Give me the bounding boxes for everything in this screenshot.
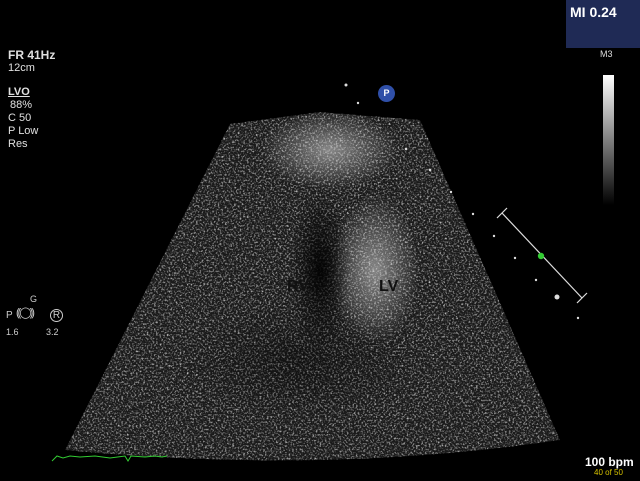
frequency: P Low xyxy=(8,125,39,137)
imaging-mode: LVO xyxy=(8,86,30,98)
grayscale-map-label: M3 xyxy=(600,49,613,59)
gain: 88% xyxy=(10,99,33,111)
probe-g-label: G xyxy=(30,294,38,304)
compression: C 50 xyxy=(8,112,32,124)
probe-icon: ((◯)) xyxy=(16,307,35,319)
resolution: Res xyxy=(8,138,28,150)
probe-orientation-marker: P xyxy=(378,85,395,102)
rv-label: RV xyxy=(287,278,309,295)
ecg-trace xyxy=(51,455,168,462)
frame-counter: 40 of 50 xyxy=(594,468,623,477)
focus-caliper xyxy=(496,207,588,304)
probe-right-value: 3.2 xyxy=(46,327,59,337)
frame-rate: FR 41Hz xyxy=(8,48,56,62)
heart-rate: 100 bpm xyxy=(585,455,634,469)
probe-left-value: 1.6 xyxy=(6,327,19,337)
depth: 12cm xyxy=(8,62,35,74)
ultrasound-sector xyxy=(65,112,560,461)
lv-label: LV xyxy=(379,278,399,295)
grayscale-bar xyxy=(603,75,614,205)
probe-r-label: R xyxy=(50,309,63,322)
probe-p-label: P xyxy=(6,310,13,321)
echo-image xyxy=(51,83,588,462)
